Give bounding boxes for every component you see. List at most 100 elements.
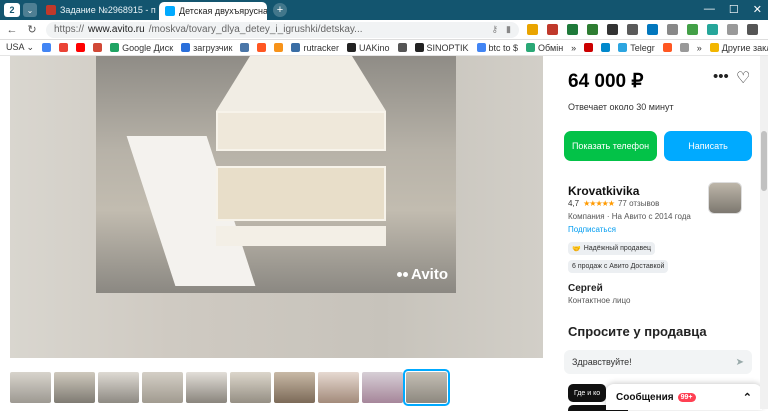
url-prefix: https:// [54,24,85,35]
bookmark-item[interactable] [274,43,284,52]
messages-count-badge: 99+ [677,392,696,402]
tab-avito[interactable]: Детская двухъярусная ✕ [159,2,267,20]
bookmark-item[interactable]: USA ⌄ [6,42,34,53]
photo-thumbnail[interactable] [98,372,139,403]
close-window-icon[interactable]: ✕ [753,3,762,16]
reload-icon[interactable]: ↻ [26,23,38,36]
tab-list-icon[interactable]: ⌄ [23,3,37,17]
photo-thumbnail[interactable] [142,372,183,403]
photo-thumbnail[interactable] [274,372,315,403]
bookmark-label: rutracker [303,42,339,53]
bookmark-item[interactable] [679,43,689,52]
extension-icon[interactable] [687,24,698,35]
thumbnail-strip [10,369,450,406]
extension-icon[interactable] [607,24,618,35]
bookmark-favicon-icon [59,43,69,52]
bookmark-item[interactable]: Google Диск [110,43,173,53]
bookmark-label: загрузчик [193,42,233,53]
star-icons: ★★★★★ [583,199,615,208]
extension-icon[interactable] [527,24,538,35]
main-photo[interactable]: Avito [96,56,456,293]
extension-icon[interactable] [667,24,678,35]
bookmark-label: SINOPTIK [426,42,469,53]
reviews-count[interactable]: 77 отзывов [618,199,659,208]
bookmark-item[interactable] [240,43,250,52]
extension-icon[interactable] [707,24,718,35]
page-scrollbar[interactable] [760,56,768,409]
photo-thumbnail[interactable] [318,372,359,403]
ask-seller-input[interactable]: Здравствуйте! ➤ [564,350,752,374]
bookmark-item[interactable] [93,43,103,52]
send-icon[interactable]: ➤ [736,357,744,368]
bookmark-item[interactable] [76,43,86,52]
bookmark-item[interactable]: rutracker [291,43,339,53]
photo-thumbnail[interactable] [230,372,271,403]
url-path: /moskva/tovary_dlya_detey_i_igrushki/det… [148,24,363,35]
bookmarks-bar: USA ⌄ Google Диск загрузчик rutracker UAKino… [0,40,768,56]
badge-label: Надёжный продавец [583,245,652,252]
subscribe-link[interactable]: Подписаться [568,225,616,234]
bookmark-item[interactable]: Telegr [618,43,655,53]
bookmark-item[interactable]: Другие закладки [709,43,768,53]
new-tab-icon[interactable]: + [273,3,287,17]
seller-name[interactable]: Krovatkivika [568,184,639,198]
bookmark-favicon-icon [346,43,356,52]
extension-icon[interactable] [647,24,658,35]
bookmark-item[interactable] [257,43,267,52]
minimize-icon[interactable]: — [704,3,715,16]
photo-thumbnail[interactable] [362,372,403,403]
bookmark-item[interactable]: » [697,43,702,53]
bookmark-label: btc to $ [488,42,519,53]
bookmark-item[interactable] [397,43,407,52]
bookmark-item[interactable] [584,43,594,52]
photo-thumbnail[interactable] [186,372,227,403]
extension-icon[interactable] [727,24,738,35]
bookmark-favicon-icon [110,43,120,52]
photo-thumbnail[interactable] [10,372,51,403]
browser-chrome: 2 ⌄ Задание №2968915 - про Детская двухъ… [0,0,768,40]
favorite-heart-icon[interactable]: ♡ [736,68,750,88]
bookmark-item[interactable] [59,43,69,52]
maximize-icon[interactable]: ☐ [729,3,739,16]
extensions-bar [527,24,758,35]
scrollbar-thumb[interactable] [761,131,767,191]
bookmark-icon[interactable]: ▮ [506,24,511,35]
extension-icon[interactable] [567,24,578,35]
bookmark-item[interactable] [662,43,672,52]
window-controls: — ☐ ✕ [704,3,762,16]
messages-widget[interactable]: Сообщения 99+ ⌃ [606,384,762,410]
key-icon[interactable]: ⚷ [491,24,498,35]
photo-gallery[interactable]: Avito [10,56,543,358]
tab-counter[interactable]: 2 [4,3,20,17]
chevron-up-icon[interactable]: ⌃ [743,391,752,404]
bookmark-item[interactable] [42,43,52,52]
extension-icon[interactable] [587,24,598,35]
price: 64 000 ₽ [568,71,644,92]
bookmark-item[interactable]: UAKino [346,43,390,53]
bookmark-item[interactable]: Обмін [526,43,563,53]
bookmark-item[interactable] [601,43,611,52]
bookmark-item[interactable]: » [571,43,576,53]
extension-icon[interactable] [547,24,558,35]
bookmark-item[interactable]: btc to $ [476,42,519,53]
bookmark-item[interactable]: SINOPTIK [414,42,469,53]
tab-bar: 2 ⌄ Задание №2968915 - про Детская двухъ… [0,0,768,20]
more-icon[interactable]: ••• [713,68,729,85]
tab-task[interactable]: Задание №2968915 - про [40,1,156,19]
bookmark-favicon-icon [526,43,536,52]
extension-icon[interactable] [627,24,638,35]
bookmark-item[interactable]: загрузчик [181,43,232,53]
url-input[interactable]: https://www.avito.ru/moskva/tovary_dlya_… [46,21,519,38]
avito-logo-icon [397,272,409,277]
download-icon[interactable] [747,24,758,35]
show-phone-button[interactable]: Показать телефон [564,131,657,161]
handshake-icon: 🤝 [572,245,581,253]
seller-rating[interactable]: 4,7 ★★★★★ 77 отзывов [568,199,659,208]
seller-avatar[interactable] [708,182,742,214]
back-icon[interactable]: ← [6,24,18,36]
bed-upper-shape [216,111,386,151]
photo-thumbnail[interactable] [54,372,95,403]
write-button[interactable]: Написать [664,131,752,161]
photo-thumbnail[interactable] [403,369,450,406]
quick-question-chip[interactable]: Где и ко [568,384,607,402]
